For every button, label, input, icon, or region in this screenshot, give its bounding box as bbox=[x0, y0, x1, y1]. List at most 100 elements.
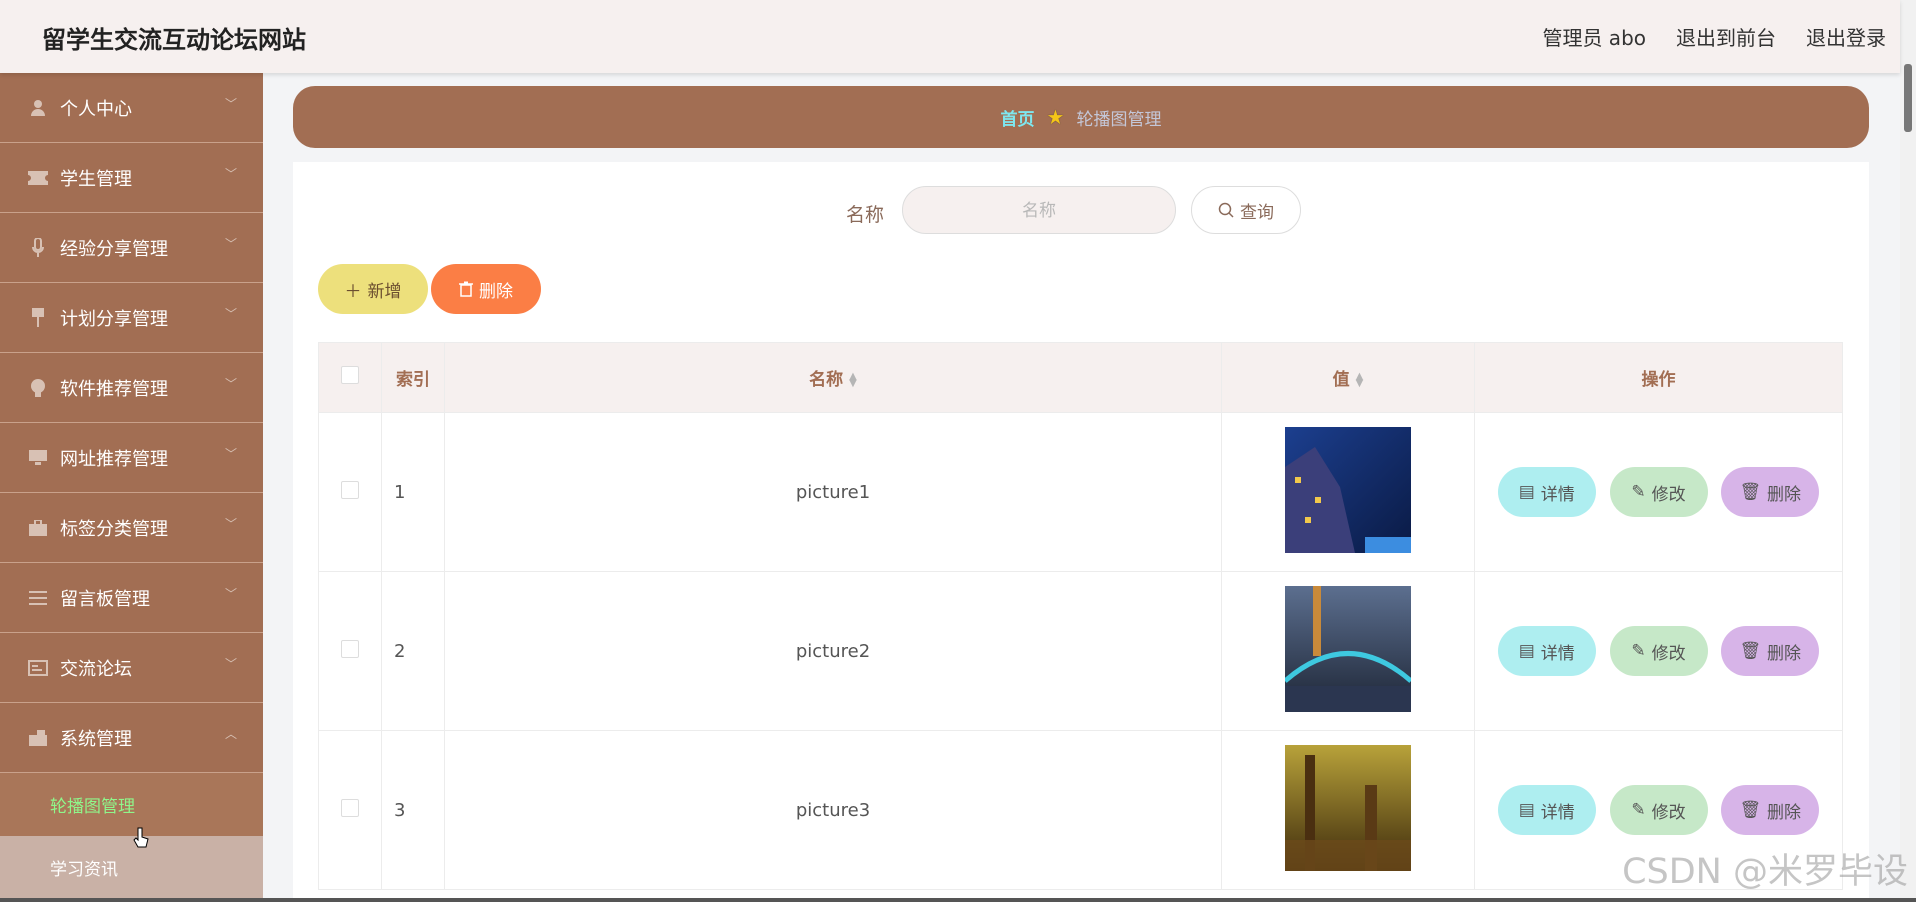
row-select-cell bbox=[318, 730, 382, 890]
sidebar-item-software-recommend[interactable]: 软件推荐管理 ﹀ bbox=[0, 353, 263, 423]
column-value[interactable]: 值 ▲ ▼ bbox=[1221, 342, 1475, 413]
batch-delete-label: 删除 bbox=[479, 281, 513, 302]
search-input[interactable]: 名称 bbox=[902, 186, 1176, 234]
sidebar-item-student-management[interactable]: 学生管理 ﹀ bbox=[0, 143, 263, 213]
column-ops: 操作 bbox=[1474, 342, 1843, 413]
toolbox-icon bbox=[28, 728, 48, 748]
detail-button[interactable]: ▤ 详情 bbox=[1497, 626, 1596, 676]
row-value-cell bbox=[1221, 571, 1475, 731]
sidebar-subitem-label: 轮播图管理 bbox=[50, 797, 135, 817]
header-actions: 管理员 abo 退出到前台 退出登录 bbox=[1542, 22, 1886, 51]
carousel-image-thumbnail[interactable] bbox=[1285, 744, 1411, 871]
sidebar-item-forum[interactable]: 交流论坛 ﹀ bbox=[0, 633, 263, 703]
delete-button[interactable]: 🗑 删除 bbox=[1721, 467, 1820, 517]
delete-button-label: 删除 bbox=[1767, 643, 1802, 664]
sidebar-item-personal-center[interactable]: 个人中心 ﹀ bbox=[0, 73, 263, 143]
sidebar-item-label: 网址推荐管理 bbox=[60, 448, 168, 470]
add-button[interactable]: ＋ 新增 bbox=[318, 264, 428, 314]
sidebar-item-system-management[interactable]: 系统管理 ︿ bbox=[0, 703, 263, 773]
chevron-down-icon: ﹀ bbox=[224, 307, 237, 321]
sidebar-item-label: 标签分类管理 bbox=[60, 518, 168, 540]
detail-button-label: 详情 bbox=[1540, 484, 1575, 505]
chevron-down-icon: ﹀ bbox=[224, 167, 237, 181]
document-icon: ▤ bbox=[1518, 482, 1535, 502]
row-select-cell bbox=[318, 412, 382, 572]
row-index: 1 bbox=[381, 412, 445, 572]
detail-button[interactable]: ▤ 详情 bbox=[1497, 785, 1596, 835]
edit-button[interactable]: ✎ 修改 bbox=[1609, 785, 1708, 835]
bottom-edge bbox=[0, 898, 1916, 902]
sort-icon[interactable]: ▲ ▼ bbox=[1356, 372, 1364, 389]
plus-icon: ＋ bbox=[344, 281, 362, 302]
column-index: 索引 bbox=[381, 342, 445, 413]
sidebar-item-message-board[interactable]: 留言板管理 ﹀ bbox=[0, 563, 263, 633]
select-all-checkbox[interactable] bbox=[341, 366, 359, 384]
logout-link[interactable]: 退出登录 bbox=[1806, 22, 1886, 51]
sidebar-item-label: 交流论坛 bbox=[60, 658, 132, 680]
row-value-cell bbox=[1221, 730, 1475, 890]
sidebar-item-label: 经验分享管理 bbox=[60, 238, 168, 260]
list-icon bbox=[28, 588, 48, 608]
edit-button[interactable]: ✎ 修改 bbox=[1609, 626, 1708, 676]
sidebar-item-tag-category[interactable]: 标签分类管理 ﹀ bbox=[0, 493, 263, 563]
sidebar-item-experience-sharing[interactable]: 经验分享管理 ﹀ bbox=[0, 213, 263, 283]
sidebar-item-label: 软件推荐管理 bbox=[60, 378, 168, 400]
detail-button-label: 详情 bbox=[1540, 802, 1575, 823]
sidebar-item-label: 个人中心 bbox=[60, 98, 132, 120]
row-checkbox[interactable] bbox=[341, 798, 359, 817]
pencil-icon: ✎ bbox=[1631, 800, 1646, 820]
table-row: 2 picture2 ▤ 详情 ✎ 修改 🗑 删除 bbox=[318, 571, 1843, 731]
document-icon: ▤ bbox=[1518, 641, 1535, 661]
row-select-cell bbox=[318, 571, 382, 731]
sort-icon[interactable]: ▲ ▼ bbox=[849, 372, 857, 389]
chevron-down-icon: ﹀ bbox=[224, 97, 237, 111]
breadcrumb-current: 轮播图管理 bbox=[1076, 109, 1162, 130]
chevron-down-icon: ﹀ bbox=[224, 377, 237, 391]
delete-button[interactable]: 🗑 删除 bbox=[1721, 785, 1820, 835]
column-value-label: 值 bbox=[1332, 370, 1350, 390]
trash-icon: 🗑 bbox=[1739, 482, 1762, 502]
data-table: 索引 名称 ▲ ▼ 值 ▲ ▼ 操作 1 picture1 ▤ 详情 ✎ 修改 … bbox=[318, 342, 1843, 890]
trash-icon bbox=[459, 281, 473, 297]
detail-button[interactable]: ▤ 详情 bbox=[1497, 467, 1596, 517]
row-name: picture1 bbox=[444, 412, 1222, 572]
page-scrollbar[interactable] bbox=[1900, 0, 1916, 902]
detail-button-label: 详情 bbox=[1540, 643, 1575, 664]
app-title: 留学生交流互动论坛网站 bbox=[42, 26, 306, 54]
sidebar-item-label: 留言板管理 bbox=[60, 588, 150, 610]
row-value-cell bbox=[1221, 412, 1475, 572]
top-header: 留学生交流互动论坛网站 管理员 abo 退出到前台 退出登录 bbox=[0, 0, 1900, 73]
table-header-row: 索引 名称 ▲ ▼ 值 ▲ ▼ 操作 bbox=[318, 342, 1843, 413]
table-row: 3 picture3 ▤ 详情 ✎ 修改 🗑 删除 bbox=[318, 730, 1843, 890]
chevron-up-icon: ︿ bbox=[224, 727, 237, 741]
row-checkbox[interactable] bbox=[341, 480, 359, 499]
pencil-icon: ✎ bbox=[1631, 482, 1646, 502]
sidebar-item-label: 学生管理 bbox=[60, 168, 132, 190]
sidebar-item-plan-sharing[interactable]: 计划分享管理 ﹀ bbox=[0, 283, 263, 353]
document-icon: ▤ bbox=[1518, 800, 1535, 820]
carousel-image-thumbnail[interactable] bbox=[1285, 426, 1411, 553]
watermark: CSDN @米罗毕设 bbox=[1622, 852, 1908, 892]
search-row: 名称 名称 查询 bbox=[293, 186, 1869, 236]
sidebar-item-url-recommend[interactable]: 网址推荐管理 ﹀ bbox=[0, 423, 263, 493]
search-button[interactable]: 查询 bbox=[1191, 186, 1301, 234]
sidebar-subitem-label: 学习资讯 bbox=[50, 860, 118, 880]
sidebar-subitem-study-news[interactable]: 学习资讯 bbox=[0, 836, 263, 899]
delete-button[interactable]: 🗑 删除 bbox=[1721, 626, 1820, 676]
chevron-down-icon: ﹀ bbox=[224, 237, 237, 251]
breadcrumb-home[interactable]: 首页 bbox=[1001, 105, 1035, 130]
chevron-down-icon: ﹀ bbox=[224, 517, 237, 531]
row-checkbox[interactable] bbox=[341, 639, 359, 658]
mouse-cursor-icon bbox=[133, 827, 149, 848]
back-to-front-link[interactable]: 退出到前台 bbox=[1676, 22, 1776, 51]
sidebar-subitem-carousel[interactable]: 轮播图管理 bbox=[0, 773, 263, 836]
column-name[interactable]: 名称 ▲ ▼ bbox=[444, 342, 1222, 413]
edit-button[interactable]: ✎ 修改 bbox=[1609, 467, 1708, 517]
batch-delete-button[interactable]: 删除 bbox=[431, 264, 541, 314]
breadcrumb: 首页 ★ 轮播图管理 bbox=[293, 86, 1869, 148]
sidebar-item-label: 系统管理 bbox=[60, 728, 132, 750]
scrollbar-thumb[interactable] bbox=[1904, 64, 1912, 132]
microphone-icon bbox=[28, 237, 48, 258]
carousel-image-thumbnail[interactable] bbox=[1285, 585, 1411, 712]
edit-button-label: 修改 bbox=[1651, 802, 1686, 823]
